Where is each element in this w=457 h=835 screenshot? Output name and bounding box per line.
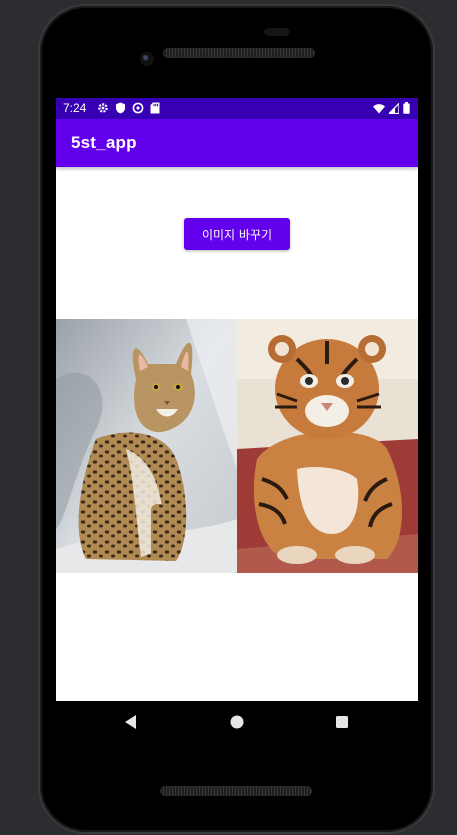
back-icon[interactable] <box>122 713 140 731</box>
bottom-speaker <box>160 786 312 796</box>
top-speaker <box>163 48 315 58</box>
signal-icon <box>387 101 400 117</box>
front-camera <box>140 52 154 66</box>
wifi-icon <box>373 103 385 117</box>
gear-icon <box>97 102 109 117</box>
navigation-bar <box>56 701 418 743</box>
earpiece-slot <box>264 28 290 36</box>
home-icon[interactable] <box>228 713 246 731</box>
recents-icon[interactable] <box>333 713 351 731</box>
battery-icon <box>403 102 410 117</box>
data-saver-icon <box>132 102 144 117</box>
sd-card-icon <box>150 102 160 117</box>
shield-icon <box>115 102 126 117</box>
change-image-button[interactable]: 이미지 바꾸기 <box>184 218 290 250</box>
status-time: 7:24 <box>63 101 87 115</box>
status-bar: 7:24 <box>56 98 418 119</box>
app-title: 5st_app <box>71 133 137 152</box>
cat-photo <box>56 319 237 573</box>
app-bar: 5st_app <box>56 119 418 167</box>
tiger-cub-photo <box>237 319 418 573</box>
device-screen: 7:24 5st_app 이미지 바꾸기 <box>56 98 418 701</box>
